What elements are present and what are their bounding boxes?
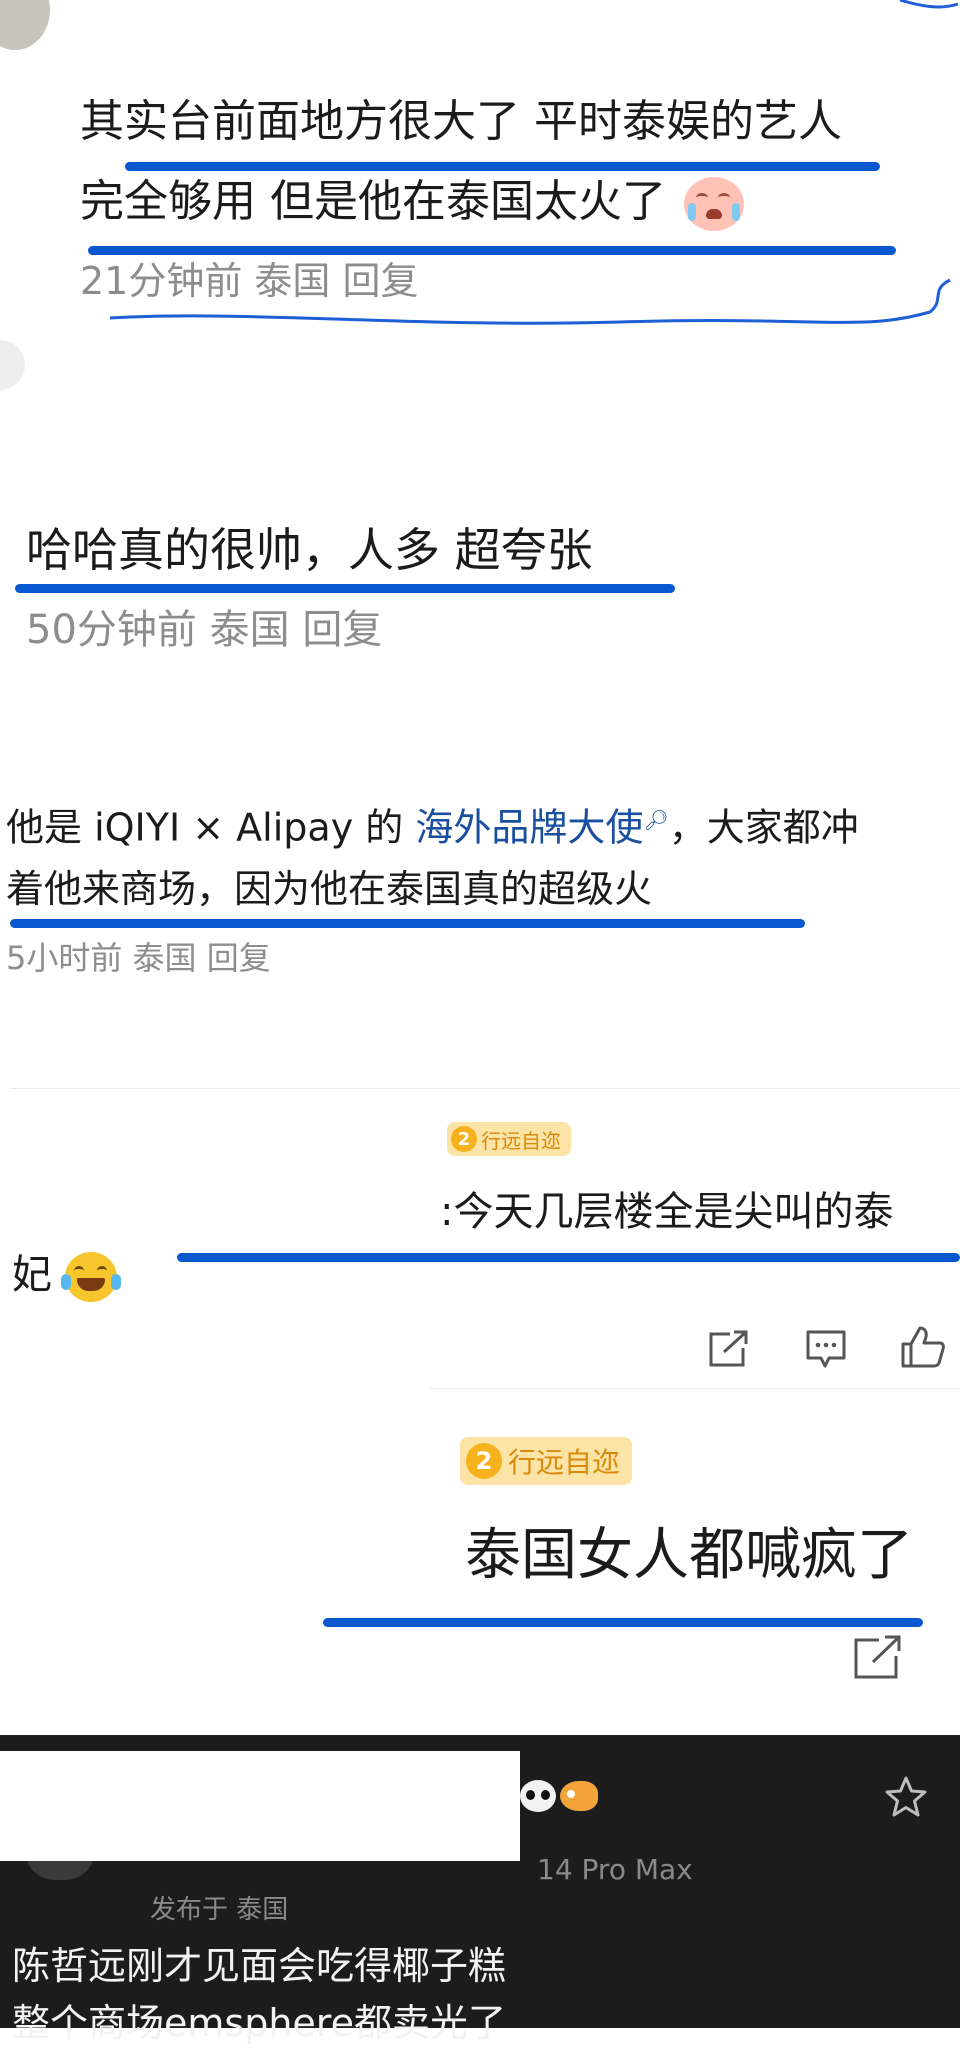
level-number: 2 — [451, 1126, 477, 1152]
fish-icon — [560, 1781, 598, 1811]
comment-text-line: 妃 — [12, 1248, 121, 1302]
comment-meta: 50分钟前 泰国 回复 — [26, 607, 383, 653]
user-badge: 2 行远自迩 — [447, 1122, 571, 1156]
post-card: 14 Pro Max 发布于 泰国 陈哲远刚才见面会吃得椰子糕 整个商场emsp… — [0, 1735, 960, 2045]
brand-ambassador-link[interactable]: 海外品牌大使 — [415, 806, 643, 850]
underline — [88, 246, 896, 255]
underline — [15, 584, 675, 593]
comment-meta: 21分钟前 泰国 回复 — [80, 259, 419, 303]
comment-icon[interactable] — [805, 1328, 849, 1370]
divider — [10, 1088, 960, 1089]
user-badge: 2 行远自迩 — [460, 1437, 633, 1485]
search-icon[interactable]: 🔎︎ — [643, 808, 668, 832]
underline — [125, 162, 880, 171]
post-location: 发布于 泰国 — [150, 1895, 289, 1925]
laughing-tears-icon — [60, 1252, 121, 1302]
underline — [10, 919, 805, 928]
comment-text: 泰国女人都喊疯了 — [465, 1523, 913, 1588]
comment-meta: 5小时前 泰国 回复 — [6, 939, 271, 977]
post-device: 14 Pro Max — [537, 1853, 693, 1886]
comment-text-line: 其实台前面地方很大了 平时泰娱的艺人 — [80, 96, 842, 147]
comment-text-line: :今天几层楼全是尖叫的泰 — [440, 1189, 894, 1235]
crying-face-icon — [684, 177, 744, 231]
divider — [430, 1388, 960, 1389]
post-text-line: 陈哲远刚才见面会吃得椰子糕 — [12, 1944, 507, 1988]
badge-name: 行远自迩 — [508, 1446, 621, 1479]
post-text-line: 整个商场emsphere都卖光了 — [12, 2001, 506, 2045]
comment-text-line: 完全够用 但是他在泰国太火了 — [80, 172, 744, 232]
comment-text-line: 着他来商场，因为他在泰国真的超级火 — [6, 867, 653, 911]
star-icon[interactable] — [884, 1775, 928, 1819]
underline — [323, 1618, 923, 1627]
badge-name: 行远自迩 — [481, 1128, 561, 1153]
share-icon[interactable] — [708, 1328, 752, 1368]
comment-text: 哈哈真的很帅，人多 超夸张 — [26, 523, 593, 577]
redaction-box — [0, 1751, 520, 1861]
comment-text-line: 他是 iQIYI × Alipay 的 海外品牌大使🔎︎，大家都冲 — [6, 805, 859, 850]
level-number: 2 — [466, 1443, 502, 1479]
underline — [177, 1253, 960, 1262]
like-icon[interactable] — [900, 1324, 946, 1370]
panda-icon — [520, 1780, 556, 1812]
share-icon[interactable] — [853, 1632, 905, 1680]
